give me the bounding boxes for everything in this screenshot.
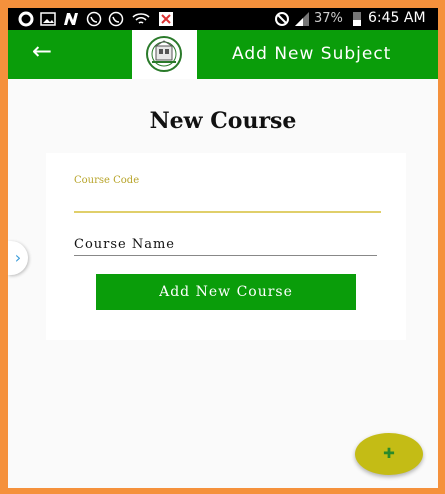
status-bar: 37% 6:45 AM <box>8 8 438 30</box>
n-app-icon <box>64 13 78 25</box>
add-fab-button[interactable]: ✚ <box>355 433 423 475</box>
circle-app-icon <box>18 11 34 27</box>
add-new-course-button[interactable]: Add New Course <box>96 274 356 310</box>
whatsapp-icon <box>86 11 102 27</box>
battery-percent: 37% <box>314 11 343 26</box>
arrow-left-icon[interactable]: ← <box>32 39 52 63</box>
course-code-field[interactable] <box>74 187 381 213</box>
plus-icon: ✚ <box>383 446 395 462</box>
course-code-label: Course Code <box>74 175 140 186</box>
chevron-right-icon[interactable]: › <box>8 241 28 275</box>
app-bar: ← Add New Subject <box>8 30 438 79</box>
close-notification-icon <box>159 12 173 26</box>
school-logo <box>132 30 197 79</box>
phone-screen: 37% 6:45 AM ← Add New Subject New Course… <box>8 8 438 488</box>
battery-icon <box>353 12 361 26</box>
clock: 6:45 AM <box>368 10 426 26</box>
whatsapp-icon-2 <box>108 11 124 27</box>
wifi-icon <box>132 13 150 24</box>
signal-icon <box>295 12 309 26</box>
course-form-card: Course Code Add New Course <box>46 153 406 340</box>
page-title: New Course <box>149 108 297 134</box>
app-title: Add New Subject <box>232 44 392 64</box>
do-not-disturb-icon <box>275 12 289 26</box>
image-icon <box>40 12 56 26</box>
course-name-field[interactable] <box>74 233 377 256</box>
